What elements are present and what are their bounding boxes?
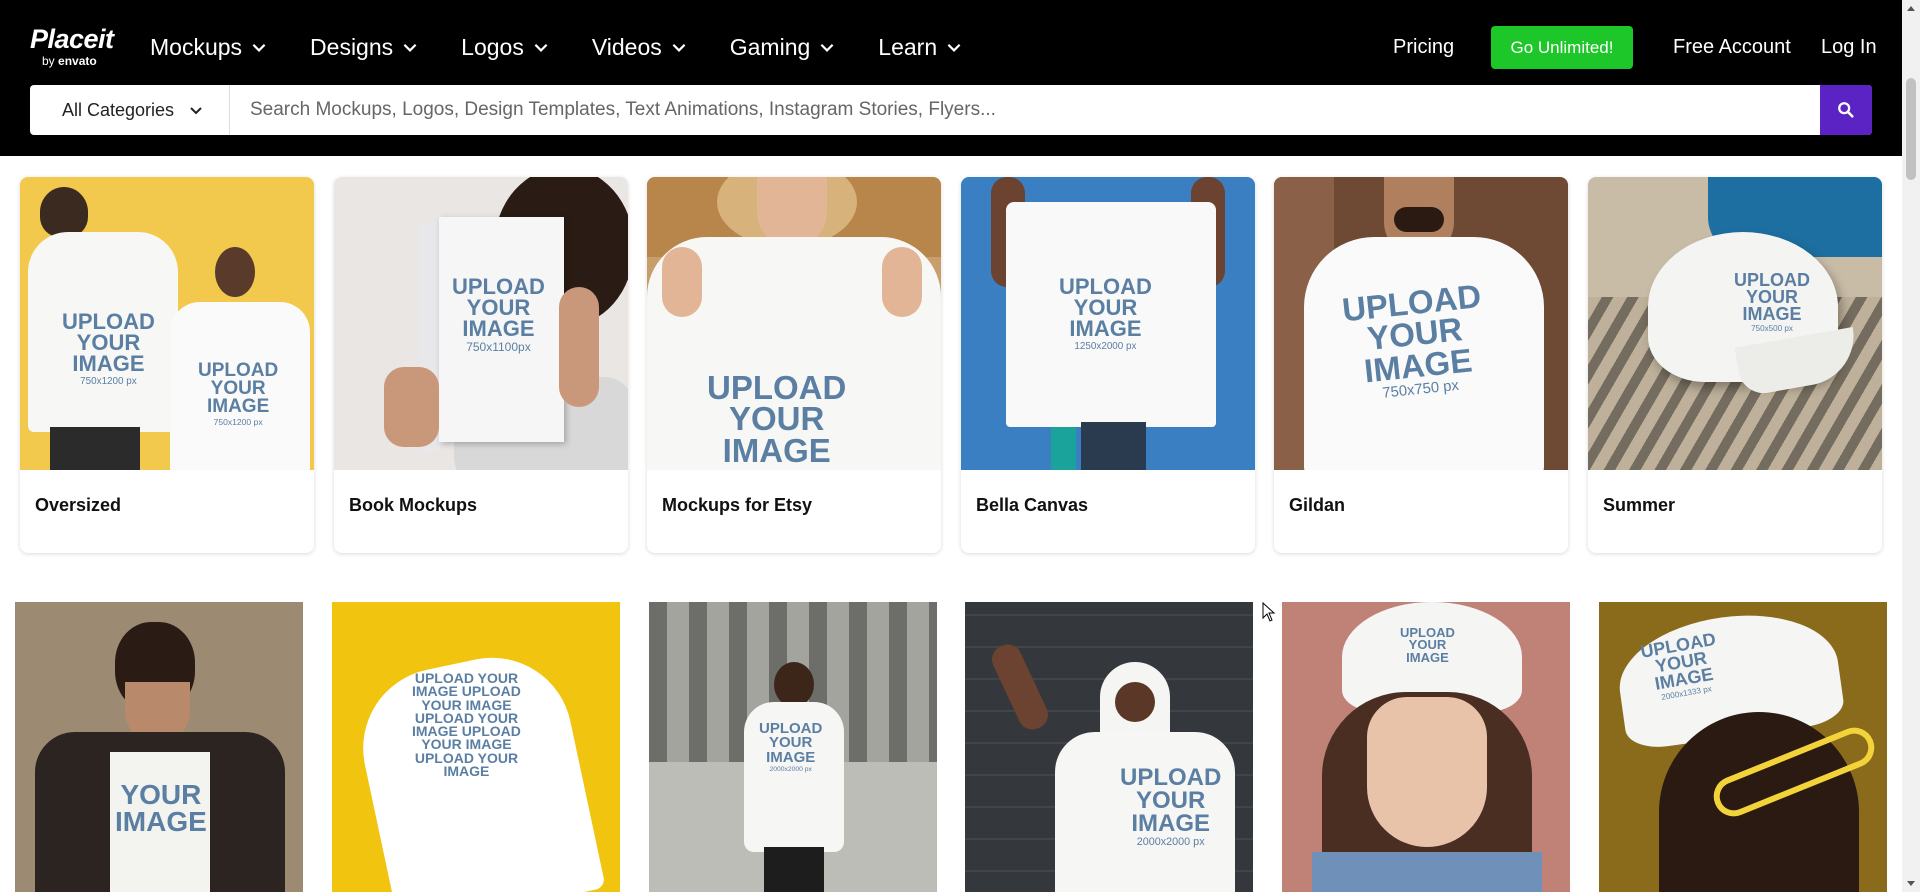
upload-your-image-text: UPLOAD YOUR IMAGE 750x750 px xyxy=(1340,277,1483,402)
mockup-thumbnail[interactable]: UPLOAD YOUR IMAGE xyxy=(1282,602,1570,892)
card-label: Book Mockups xyxy=(349,495,478,515)
upload-your-image-text: UPLOAD YOUR IMAGE xyxy=(1400,625,1455,665)
upload-your-image-text: UPLOAD YOUR IMAGE UPLOAD YOUR IMAGE UPLOAD … xyxy=(412,670,521,780)
chevron-down-icon xyxy=(947,43,961,52)
upload-your-image-text: UPLOAD YOUR IMAGE 750x1200 px xyxy=(198,360,279,428)
card-image: UPLOAD YOUR IMAGE xyxy=(647,177,941,470)
scrollbar[interactable] xyxy=(1902,0,1920,892)
main-nav: Mockups Designs Logos Videos Gaming Lear… xyxy=(150,30,1005,64)
chevron-down-icon xyxy=(820,43,834,52)
upload-your-image-text: UPLOAD YOUR IMAGE 2000x1333 px xyxy=(1638,628,1718,703)
category-card-summer[interactable]: UPLOAD YOUR IMAGE 750x500 px Summer xyxy=(1588,177,1882,553)
card-image: UPLOAD YOUR IMAGE 1250x2000 px xyxy=(961,177,1255,470)
logo-main: Placeit xyxy=(30,24,114,54)
card-label: Mockups for Etsy xyxy=(662,495,813,515)
upload-your-image-text: UPLOAD YOUR IMAGE 750x500 px xyxy=(1734,270,1810,334)
card-image: UPLOAD YOUR IMAGE 750x750 px xyxy=(1274,177,1568,470)
upload-your-image-text: UPLOAD YOUR IMAGE 2000x2000 px xyxy=(759,720,823,773)
upload-your-image-text: UPLOAD YOUR IMAGE 1250x2000 px xyxy=(1059,274,1152,352)
nav-videos[interactable]: Videos xyxy=(592,30,688,64)
upload-your-image-text: UPLOAD YOUR IMAGE xyxy=(707,369,847,469)
logo-sub: by envato xyxy=(30,55,114,67)
chevron-down-icon xyxy=(252,43,266,52)
logo-brand: envato xyxy=(58,54,97,68)
nav-gaming[interactable]: Gaming xyxy=(730,30,837,64)
search-icon xyxy=(1838,102,1854,118)
card-label: Bella Canvas xyxy=(976,495,1089,515)
chevron-down-icon xyxy=(534,43,548,52)
nav-label: Videos xyxy=(591,33,662,60)
mockup-thumbnail[interactable]: UPLOAD YOUR IMAGE 2000x2000 px xyxy=(965,602,1253,892)
nav-logos[interactable]: Logos xyxy=(461,30,550,64)
nav-learn[interactable]: Learn xyxy=(878,30,963,64)
card-image: UPLOAD YOUR IMAGE 750x500 px xyxy=(1588,177,1882,470)
upload-your-image-text: UPLOAD YOUR IMAGE 2000x2000 px xyxy=(1120,764,1222,849)
page: Placeit by envato Mockups Designs Logos … xyxy=(0,0,1920,892)
scrollbar-thumb[interactable] xyxy=(1906,78,1916,180)
card-image: UPLOAD YOUR IMAGE 750x1100px xyxy=(334,177,628,470)
category-card-gildan[interactable]: UPLOAD YOUR IMAGE 750x750 px Gildan xyxy=(1274,177,1568,553)
card-image: UPLOAD YOUR IMAGE 750x1200 px UPLOAD YOUR IM… xyxy=(20,177,314,470)
search-input[interactable] xyxy=(230,85,1820,135)
nav-label: Designs xyxy=(310,33,394,60)
nav-mockups[interactable]: Mockups xyxy=(150,30,268,64)
mockup-thumbnail[interactable]: YOUR IMAGE xyxy=(15,602,303,892)
card-label: Gildan xyxy=(1289,495,1346,515)
card-label: Summer xyxy=(1603,495,1676,515)
category-card-bella-canvas[interactable]: UPLOAD YOUR IMAGE 1250x2000 px Bella Canva… xyxy=(961,177,1255,553)
placeit-logo[interactable]: Placeit by envato xyxy=(30,24,114,68)
category-select-label: All Categories xyxy=(62,99,175,120)
nav-designs[interactable]: Designs xyxy=(310,30,419,64)
upload-your-image-text: UPLOAD YOUR IMAGE 750x1100px xyxy=(452,274,545,354)
chevron-down-icon xyxy=(190,107,202,115)
category-card-book-mockups[interactable]: UPLOAD YOUR IMAGE 750x1100px Book Mockups xyxy=(334,177,628,553)
search-button[interactable] xyxy=(1820,85,1872,135)
card-label: Oversized xyxy=(35,495,122,515)
mockup-thumbnail[interactable]: UPLOAD YOUR IMAGE 2000x2000 px xyxy=(649,602,937,892)
login-link[interactable]: Log In xyxy=(1821,36,1877,59)
pricing-link[interactable]: Pricing xyxy=(1393,36,1454,59)
site-header: Placeit by envato Mockups Designs Logos … xyxy=(0,0,1902,156)
free-account-link[interactable]: Free Account xyxy=(1673,36,1791,59)
upload-your-image-text: YOUR IMAGE xyxy=(115,779,207,837)
category-card-mockups-for-etsy[interactable]: UPLOAD YOUR IMAGE Mockups for Etsy xyxy=(647,177,941,553)
search-bar: All Categories xyxy=(30,85,1872,135)
category-card-oversized[interactable]: UPLOAD YOUR IMAGE 750x1200 px UPLOAD YOUR IM… xyxy=(20,177,314,553)
chevron-down-icon xyxy=(672,43,686,52)
go-unlimited-button[interactable]: Go Unlimited! xyxy=(1491,26,1633,69)
mockup-thumbnail[interactable]: UPLOAD YOUR IMAGE UPLOAD YOUR IMAGE UPLOAD … xyxy=(332,602,620,892)
nav-label: Mockups xyxy=(150,33,243,60)
upload-your-image-text: UPLOAD YOUR IMAGE 750x1200 px xyxy=(62,309,155,387)
nav-label: Learn xyxy=(878,33,938,60)
cursor-icon xyxy=(1262,602,1276,622)
logo-by: by xyxy=(42,54,55,68)
mockup-thumbnail[interactable]: UPLOAD YOUR IMAGE 2000x1333 px xyxy=(1599,602,1887,892)
category-select[interactable]: All Categories xyxy=(30,85,230,135)
scroll-down-arrow-icon[interactable] xyxy=(1907,881,1915,886)
chevron-down-icon xyxy=(403,43,417,52)
nav-label: Logos xyxy=(461,33,524,60)
scroll-up-arrow-icon[interactable] xyxy=(1907,6,1915,11)
nav-label: Gaming xyxy=(729,33,811,60)
